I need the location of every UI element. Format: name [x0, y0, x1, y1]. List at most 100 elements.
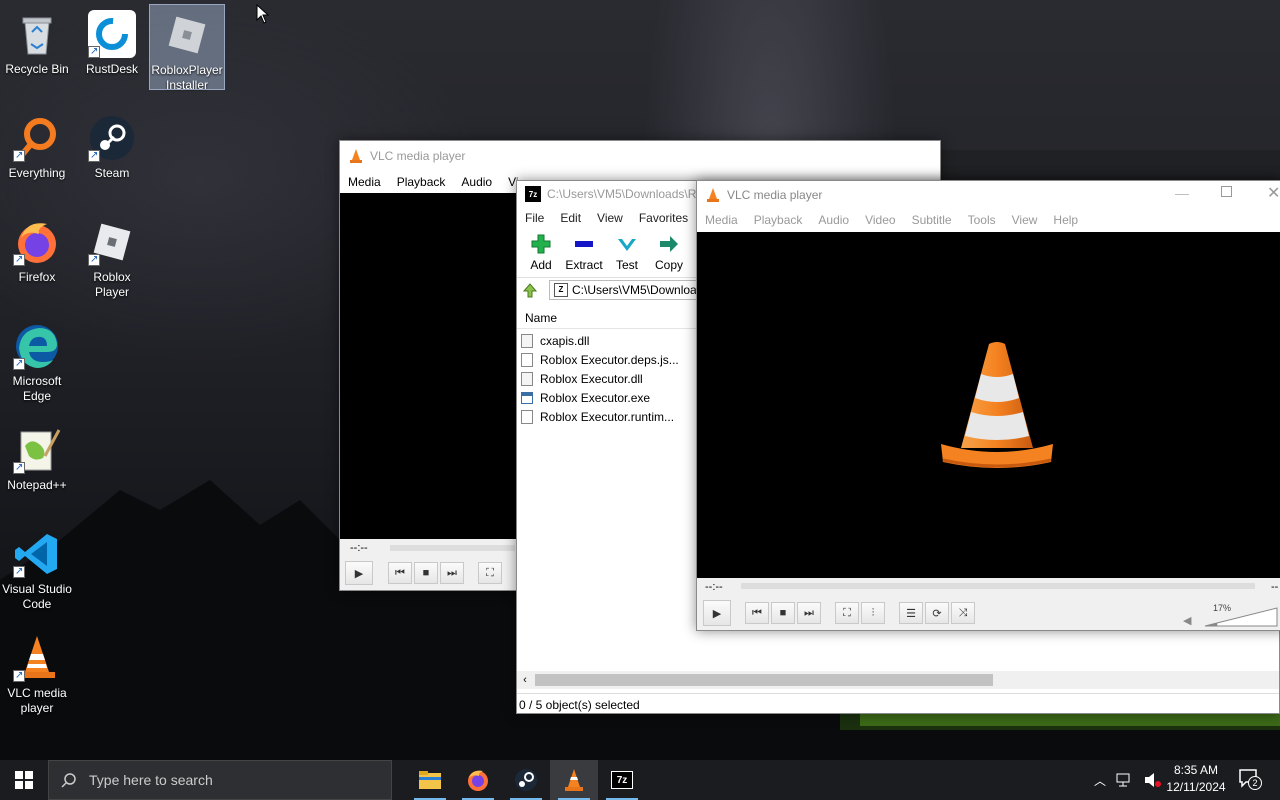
vlc-back-titlebar[interactable]: VLC media player: [340, 141, 940, 171]
search-placeholder: Type here to search: [89, 772, 213, 788]
start-button[interactable]: [0, 760, 48, 800]
desktop-icon-edge[interactable]: Microsoft Edge: [0, 316, 74, 403]
column-name-label: Name: [525, 310, 558, 325]
taskbar-firefox[interactable]: [454, 760, 502, 800]
vlc-window-front[interactable]: VLC media player — ✕ Media Playback Audi…: [696, 180, 1280, 631]
file-name: Roblox Executor.dll: [540, 371, 643, 386]
taskbar-steam[interactable]: [502, 760, 550, 800]
menu-view[interactable]: View: [1004, 213, 1046, 227]
7zip-icon: 7z: [525, 186, 541, 202]
up-folder-icon[interactable]: [521, 281, 539, 299]
desktop-icon-recycle-bin[interactable]: Recycle Bin: [0, 4, 74, 76]
steam-icon: [88, 114, 136, 163]
column-header-name[interactable]: Name: [517, 307, 697, 329]
previous-button[interactable]: ⏮: [745, 602, 769, 624]
list-item[interactable]: Roblox Executor.exe: [521, 388, 701, 407]
fullscreen-button[interactable]: ⛶: [478, 562, 502, 584]
horizontal-scrollbar[interactable]: ‹: [517, 671, 1279, 689]
vlc-front-titlebar[interactable]: VLC media player — ✕: [697, 181, 1280, 209]
notepadpp-icon: [13, 426, 61, 475]
stop-button[interactable]: ■: [414, 562, 438, 584]
desktop-icon-firefox[interactable]: Firefox: [0, 212, 74, 284]
menu-subtitle[interactable]: Subtitle: [904, 213, 960, 227]
list-item[interactable]: Roblox Executor.dll: [521, 369, 701, 388]
menu-view[interactable]: View: [589, 211, 631, 225]
stop-button[interactable]: ■: [771, 602, 795, 624]
taskbar-file-explorer[interactable]: [406, 760, 454, 800]
desktop-icon-everything[interactable]: Everything: [0, 108, 74, 180]
test-button[interactable]: Test: [607, 229, 647, 277]
maximize-button[interactable]: [1221, 186, 1232, 197]
taskbar: Type here to search 7z ︿ 8:35 AM 12/11/2…: [0, 760, 1280, 800]
list-item[interactable]: Roblox Executor.runtim...: [521, 407, 701, 426]
volume-slider[interactable]: [1203, 606, 1279, 628]
network-icon[interactable]: [1116, 772, 1134, 788]
json-file-icon: [521, 409, 533, 424]
close-button[interactable]: ✕: [1267, 183, 1280, 203]
vlc-front-menubar: Media Playback Audio Video Subtitle Tool…: [697, 209, 1280, 231]
extended-settings-button[interactable]: ⫶: [861, 602, 885, 624]
time-elapsed: --:--: [705, 581, 723, 593]
taskbar-vlc[interactable]: [550, 760, 598, 800]
7zip-icon: 7z: [611, 771, 633, 789]
menu-playback[interactable]: Playback: [389, 175, 454, 189]
menu-video[interactable]: Video: [857, 213, 903, 227]
speaker-icon[interactable]: ◀: [1183, 614, 1191, 627]
fullscreen-button[interactable]: ⛶: [835, 602, 859, 624]
play-button[interactable]: ▶: [703, 600, 731, 626]
desktop-icon-vscode[interactable]: Visual Studio Code: [0, 524, 74, 611]
desktop-icon-label: VLC media player: [7, 686, 67, 715]
copy-button[interactable]: Copy: [647, 229, 691, 277]
menu-help[interactable]: Help: [1045, 213, 1086, 227]
next-button[interactable]: ⏭: [797, 602, 821, 624]
roblox-installer-icon: [163, 11, 211, 59]
menu-playback[interactable]: Playback: [746, 213, 811, 227]
loop-button[interactable]: ⟳: [925, 602, 949, 624]
add-button[interactable]: Add: [521, 229, 561, 277]
list-item[interactable]: Roblox Executor.deps.js...: [521, 350, 701, 369]
vlc-video-area[interactable]: [697, 232, 1280, 578]
add-label: Add: [530, 258, 552, 272]
menu-favorites[interactable]: Favorites: [631, 211, 696, 225]
desktop-icon-notepadpp[interactable]: Notepad++: [0, 420, 74, 492]
minimize-button[interactable]: —: [1175, 185, 1189, 201]
menu-media[interactable]: Media: [340, 175, 389, 189]
next-button[interactable]: ⏭: [440, 562, 464, 584]
menu-tools[interactable]: Tools: [960, 213, 1004, 227]
seek-bar[interactable]: [741, 583, 1255, 589]
firefox-icon: [468, 770, 488, 791]
scroll-left-icon[interactable]: ‹: [517, 674, 533, 686]
extract-button[interactable]: Extract: [561, 229, 607, 277]
playlist-button[interactable]: ☰: [899, 602, 923, 624]
previous-button[interactable]: ⏮: [388, 562, 412, 584]
menu-media[interactable]: Media: [697, 213, 746, 227]
menu-audio[interactable]: Audio: [453, 175, 500, 189]
list-item[interactable]: cxapis.dll: [521, 331, 701, 350]
json-file-icon: [521, 352, 533, 367]
notification-center-button[interactable]: 2: [1238, 768, 1264, 792]
copy-icon: [660, 236, 678, 252]
tray-overflow-chevron-icon[interactable]: ︿: [1094, 772, 1106, 789]
play-button[interactable]: ▶: [345, 561, 373, 585]
taskbar-search-box[interactable]: Type here to search: [48, 760, 392, 800]
clock[interactable]: 8:35 AM 12/11/2024: [1160, 762, 1232, 796]
vlc-back-video-area[interactable]: [340, 193, 520, 539]
test-icon: [618, 239, 636, 251]
desktop-icon-roblox-player[interactable]: Roblox Player: [75, 212, 149, 299]
desktop-icon-steam[interactable]: Steam: [75, 108, 149, 180]
scrollbar-thumb[interactable]: [535, 674, 993, 686]
desktop-icon-roblox-installer[interactable]: RobloxPlayer Installer: [149, 4, 225, 92]
menu-file[interactable]: File: [517, 211, 552, 225]
roblox-player-icon: [88, 218, 136, 267]
desktop-icon-vlc[interactable]: VLC media player: [0, 628, 74, 715]
desktop-icon-rustdesk[interactable]: RustDesk: [75, 4, 149, 76]
desktop-icon-label: Everything: [8, 166, 66, 180]
window-title: C:\Users\VM5\Downloads\R: [547, 187, 697, 201]
taskbar-7zip[interactable]: 7z: [598, 760, 646, 800]
menu-audio[interactable]: Audio: [810, 213, 857, 227]
shuffle-button[interactable]: ⤨: [951, 602, 975, 624]
extract-icon: [575, 241, 593, 247]
seek-bar[interactable]: [390, 545, 515, 551]
status-text: 0 / 5 object(s) selected: [519, 697, 640, 712]
menu-edit[interactable]: Edit: [552, 211, 589, 225]
